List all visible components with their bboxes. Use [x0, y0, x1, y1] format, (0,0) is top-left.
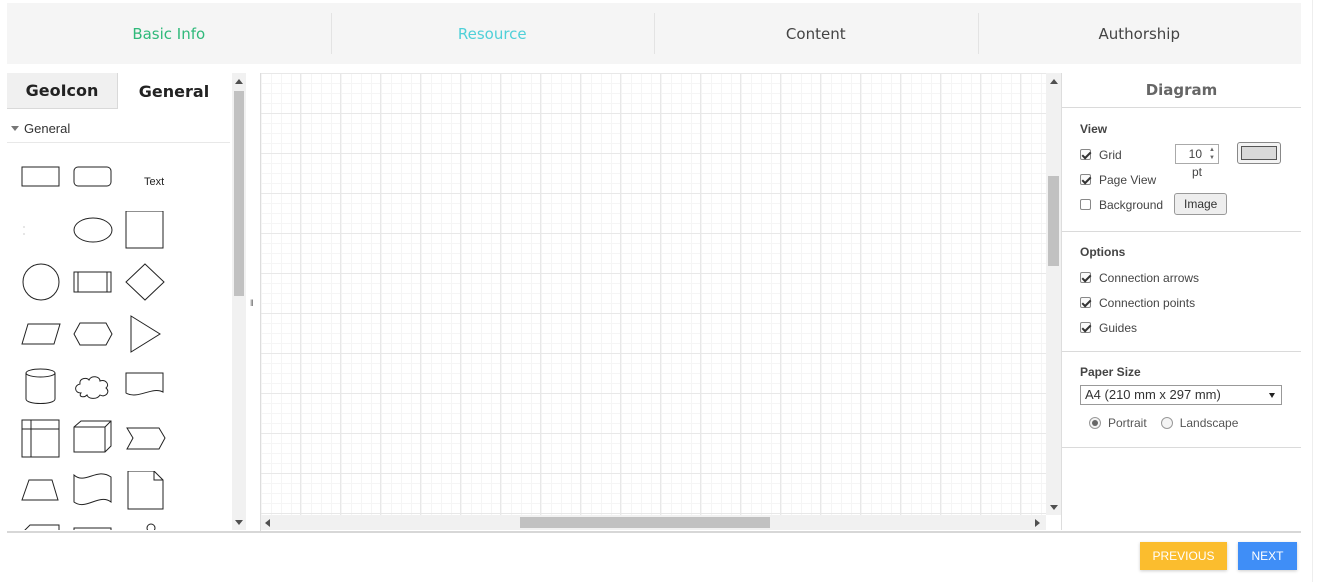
note-shape-icon[interactable]: [122, 470, 168, 517]
background-option[interactable]: Background Image: [1080, 192, 1301, 217]
paper-size-section: Paper Size A4 (210 mm x 297 mm) Portrait…: [1062, 352, 1301, 448]
step-authorship[interactable]: Authorship: [977, 3, 1302, 64]
grid-checkbox[interactable]: [1080, 149, 1091, 160]
circle-shape-icon[interactable]: [18, 263, 64, 309]
document-shape-icon[interactable]: [122, 367, 168, 413]
rectangle-shape-icon[interactable]: [18, 159, 64, 205]
horizontal-scroll-thumb[interactable]: [520, 517, 770, 528]
grid-color-swatch: [1241, 146, 1277, 160]
portrait-radio[interactable]: [1089, 417, 1101, 429]
canvas-vertical-scrollbar[interactable]: [1046, 73, 1061, 515]
connection-points-checkbox[interactable]: [1080, 297, 1091, 308]
page-scrollbar[interactable]: [1312, 0, 1320, 582]
textbox-shape-icon[interactable]: [18, 211, 64, 257]
sidebar-scrollbar[interactable]: [232, 73, 246, 530]
caret-down-icon: [11, 126, 19, 131]
dropdown-arrow-icon: [1269, 393, 1275, 398]
card-shape-icon[interactable]: [18, 523, 64, 530]
guides-option[interactable]: Guides: [1080, 315, 1301, 340]
connection-arrows-label: Connection arrows: [1099, 270, 1200, 285]
tab-general[interactable]: General: [118, 73, 230, 109]
scroll-right-icon[interactable]: [1035, 519, 1040, 527]
page-view-label: Page View: [1099, 172, 1157, 187]
landscape-label: Landscape: [1179, 416, 1239, 430]
trapezoid-shape-icon[interactable]: [18, 471, 64, 517]
step-shape-icon[interactable]: [122, 419, 168, 465]
guides-label: Guides: [1099, 320, 1138, 335]
guides-checkbox[interactable]: [1080, 322, 1091, 333]
orientation-options: Portrait Landscape: [1080, 411, 1301, 435]
text-shape-label: Text: [144, 176, 165, 188]
grid-option[interactable]: Grid 10 pt ▲ ▼: [1080, 142, 1301, 179]
view-section: View Grid 10 pt ▲ ▼ Page View Background …: [1062, 108, 1301, 232]
text-shape-icon[interactable]: Text: [131, 159, 183, 205]
ellipse-shape-icon[interactable]: [70, 211, 116, 257]
rounded-rectangle-shape-icon[interactable]: [70, 159, 116, 205]
tape-shape-icon[interactable]: [70, 471, 116, 517]
section-label: General: [24, 121, 71, 136]
cylinder-shape-icon[interactable]: [18, 367, 64, 413]
triangle-shape-icon[interactable]: [122, 315, 168, 361]
parallelogram-shape-icon[interactable]: [18, 315, 64, 361]
diagram-canvas[interactable]: [260, 73, 1061, 532]
footer-divider: [7, 531, 1301, 533]
step-resource[interactable]: Resource: [330, 3, 655, 64]
step-content[interactable]: Content: [654, 3, 978, 64]
process-shape-icon[interactable]: [70, 263, 116, 309]
splitter-handle-icon[interactable]: ‖: [250, 298, 254, 308]
scroll-down-icon[interactable]: [1050, 505, 1058, 510]
scroll-down-icon[interactable]: [235, 520, 243, 525]
panel-title: Diagram: [1062, 73, 1301, 108]
canvas-horizontal-scrollbar[interactable]: [261, 515, 1046, 530]
portrait-label: Portrait: [1108, 416, 1147, 430]
canvas-grid[interactable]: [261, 73, 1046, 515]
wizard-steps: Basic Info Resource Content Authorship: [7, 3, 1301, 64]
section-header-general[interactable]: General: [7, 115, 230, 143]
cube-shape-icon[interactable]: [70, 419, 116, 465]
grid-size-stepper-icon[interactable]: ▲ ▼: [1206, 146, 1218, 162]
connection-points-label: Connection points: [1099, 295, 1196, 310]
diamond-shape-icon[interactable]: [122, 263, 168, 309]
next-button[interactable]: NEXT: [1238, 542, 1297, 570]
cloud-shape-icon[interactable]: [70, 367, 116, 413]
page-view-option[interactable]: Page View: [1080, 167, 1301, 192]
tab-geoicon[interactable]: GeoIcon: [7, 73, 118, 109]
landscape-radio[interactable]: [1160, 417, 1173, 429]
sidebar-tabs: GeoIcon General: [7, 73, 230, 109]
background-label: Background: [1099, 197, 1164, 212]
sidebar-scroll-thumb[interactable]: [234, 91, 244, 296]
options-heading: Options: [1080, 245, 1126, 259]
square-shape-icon[interactable]: [122, 210, 168, 257]
vertical-scroll-thumb[interactable]: [1048, 176, 1059, 266]
paper-size-value: A4 (210 mm x 297 mm): [1085, 387, 1221, 402]
shape-palette: Text: [7, 159, 230, 530]
grid-label: Grid: [1099, 147, 1122, 162]
scroll-left-icon[interactable]: [265, 519, 270, 527]
scroll-up-icon[interactable]: [1050, 79, 1058, 84]
view-heading: View: [1080, 122, 1108, 136]
connection-arrows-option[interactable]: Connection arrows: [1080, 265, 1301, 290]
grid-color-button[interactable]: [1237, 142, 1281, 164]
page-view-checkbox[interactable]: [1080, 174, 1091, 185]
internal-storage-shape-icon[interactable]: [18, 419, 64, 465]
step-basic-info[interactable]: Basic Info: [7, 3, 331, 64]
format-panel: Diagram View Grid 10 pt ▲ ▼ Page View Bac…: [1061, 73, 1301, 530]
shape-sidebar: GeoIcon General General Text: [7, 73, 247, 530]
scroll-up-icon[interactable]: [235, 79, 243, 84]
previous-button[interactable]: PREVIOUS: [1140, 542, 1227, 570]
background-checkbox[interactable]: [1080, 199, 1091, 210]
rectangle-small-shape-icon[interactable]: [70, 523, 116, 530]
actor-shape-icon[interactable]: [122, 523, 168, 530]
connection-points-option[interactable]: Connection points: [1080, 290, 1301, 315]
paper-size-select[interactable]: A4 (210 mm x 297 mm): [1080, 385, 1282, 405]
background-image-button[interactable]: Image: [1174, 193, 1228, 215]
hexagon-shape-icon[interactable]: [70, 315, 116, 361]
options-section: Options Connection arrows Connection poi…: [1062, 232, 1301, 352]
connection-arrows-checkbox[interactable]: [1080, 272, 1091, 283]
paper-size-heading: Paper Size: [1080, 365, 1141, 379]
